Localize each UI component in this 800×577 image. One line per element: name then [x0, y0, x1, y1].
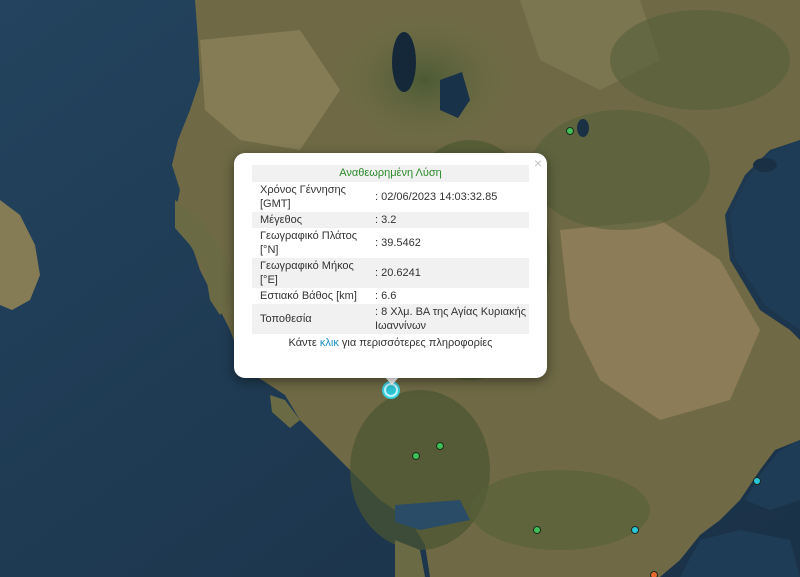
earthquake-marker[interactable] — [631, 526, 639, 534]
more-info-link[interactable]: κλικ — [320, 337, 339, 349]
row-value: : 3.2 — [371, 212, 529, 228]
more-info-text: Κάντε κλικ για περισσότερες πληροφορίες — [252, 337, 529, 349]
row-label: Γεωγραφικό Πλάτος [°N] — [260, 230, 358, 256]
row-label: Γεωγραφικό Μήκος [°E] — [252, 258, 371, 288]
more-info-prefix: Κάντε — [288, 337, 320, 349]
earthquake-marker[interactable] — [753, 477, 761, 485]
earthquake-marker[interactable] — [436, 442, 444, 450]
row-label: Εστιακό Βάθος [km] — [260, 290, 357, 302]
row-value: : 8 Χλμ. ΒΑ της Αγίας Κυριακής Ιωαννίνων — [371, 304, 529, 334]
details-row: Χρόνος Γέννησης [GMT] : 02/06/2023 14:03… — [252, 182, 529, 212]
row-value: : 02/06/2023 14:03:32.85 — [375, 191, 498, 203]
row-value: : 6.6 — [375, 290, 397, 302]
row-value: : 39.5462 — [375, 237, 421, 249]
popup-content: Αναθεωρημένη Λύση Χρόνος Γέννησης [GMT] … — [252, 165, 529, 349]
details-row: Τοποθεσία : 8 Χλμ. ΒΑ της Αγίας Κυριακής… — [252, 304, 529, 334]
earthquake-popup: × Αναθεωρημένη Λύση Χρόνος Γέννησης [GMT… — [234, 153, 547, 378]
row-value: : 20.6241 — [371, 258, 529, 288]
earthquake-marker[interactable] — [533, 526, 541, 534]
details-row: Μέγεθος : 3.2 — [252, 212, 529, 228]
details-row: Γεωγραφικό Μήκος [°E] : 20.6241 — [252, 258, 529, 288]
details-row: Γεωγραφικό Πλάτος [°N] : 39.5462 — [252, 228, 529, 258]
row-label: Μέγεθος — [252, 212, 371, 228]
more-info-suffix: για περισσότερες πληροφορίες — [338, 337, 493, 349]
earthquake-marker[interactable] — [566, 127, 574, 135]
earthquake-details-table: Χρόνος Γέννησης [GMT] : 02/06/2023 14:03… — [252, 182, 529, 334]
popup-header: Αναθεωρημένη Λύση — [252, 165, 529, 182]
details-row: Εστιακό Βάθος [km] : 6.6 — [252, 288, 529, 304]
close-icon[interactable]: × — [534, 156, 542, 170]
selected-earthquake-marker[interactable] — [384, 383, 398, 397]
row-label: Χρόνος Γέννησης [GMT] — [260, 184, 346, 210]
earthquake-marker[interactable] — [650, 571, 658, 577]
row-label: Τοποθεσία — [252, 304, 371, 334]
earthquake-marker[interactable] — [412, 452, 420, 460]
